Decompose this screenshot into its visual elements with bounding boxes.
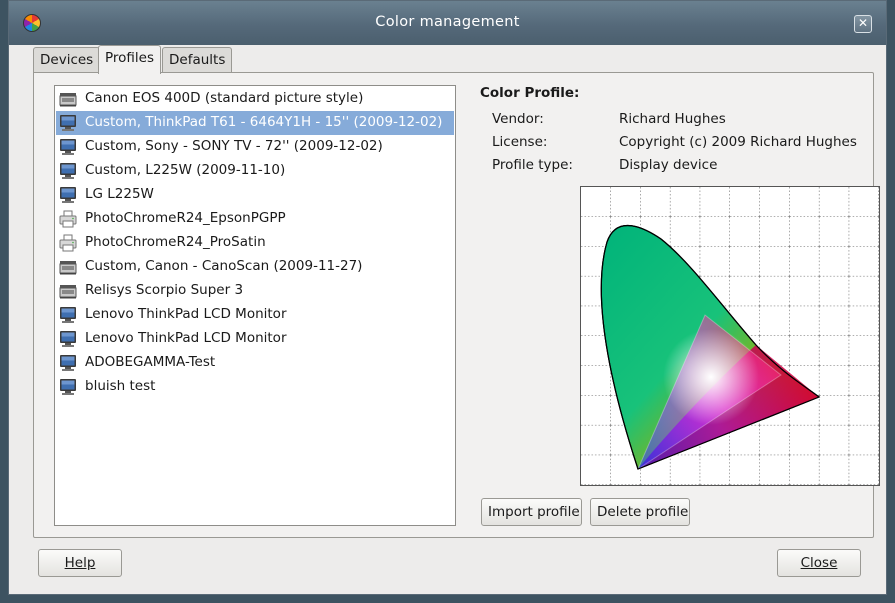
profile-list-item[interactable]: LG L225W [56,183,454,207]
delete-profile-label: Delete profile [597,504,689,520]
profile-list-item[interactable]: Custom, ThinkPad T61 - 6464Y1H - 15'' (2… [56,111,454,135]
profile-list-item[interactable]: PhotoChromeR24_EpsonPGPP [56,207,454,231]
close-window-icon[interactable]: ✕ [854,15,872,33]
tab-defaults-label: Defaults [169,52,226,68]
import-profile-label: Import profile [488,504,580,520]
profile-list-item[interactable]: Relisys Scorpio Super 3 [56,279,454,303]
license-label: License: [492,134,548,150]
monitor-icon [59,330,77,348]
profile-list-item-label: ADOBEGAMMA-Test [85,354,216,370]
import-profile-button[interactable]: Import profile [481,498,582,526]
tab-defaults[interactable]: Defaults [162,47,233,73]
monitor-icon [59,114,77,132]
cie-gamut-svg [581,187,879,485]
profile-type-label: Profile type: [492,157,573,173]
profile-list-item-label: Lenovo ThinkPad LCD Monitor [85,306,287,322]
profile-list[interactable]: Canon EOS 400D (standard picture style) C… [54,85,456,526]
cie-gamut-diagram [580,186,880,486]
profile-list-item-label: Custom, L225W (2009-11-10) [85,162,286,178]
scanner-icon [59,90,77,108]
profile-list-item[interactable]: Lenovo ThinkPad LCD Monitor [56,303,454,327]
printer-icon [59,210,77,228]
vendor-value: Richard Hughes [619,111,726,127]
monitor-icon [59,138,77,156]
help-label: Help [64,555,96,571]
titlebar[interactable]: Color management ✕ [9,1,886,45]
color-profile-heading: Color Profile: [480,85,580,101]
profile-list-item-label: bluish test [85,378,156,394]
scanner-icon [59,258,77,276]
profile-list-item-label: LG L225W [85,186,154,202]
profile-list-item-label: Lenovo ThinkPad LCD Monitor [85,330,287,346]
monitor-icon [59,354,77,372]
profile-list-item[interactable]: Canon EOS 400D (standard picture style) [56,87,454,111]
profile-list-item-label: Custom, ThinkPad T61 - 6464Y1H - 15'' (2… [85,114,443,130]
monitor-icon [59,186,77,204]
close-button[interactable]: Close [777,549,861,577]
profile-list-item[interactable]: PhotoChromeR24_ProSatin [56,231,454,255]
scanner-icon [59,282,77,300]
profile-list-item[interactable]: Custom, Canon - CanoScan (2009-11-27) [56,255,454,279]
profile-list-item-label: PhotoChromeR24_EpsonPGPP [85,210,286,226]
profile-list-item-label: Relisys Scorpio Super 3 [85,282,244,298]
tab-profiles[interactable]: Profiles [98,45,162,74]
vendor-label: Vendor: [492,111,544,127]
monitor-icon [59,378,77,396]
profile-list-item[interactable]: Custom, Sony - SONY TV - 72'' (2009-12-0… [56,135,454,159]
license-value: Copyright (c) 2009 Richard Hughes [619,134,857,150]
profile-list-item[interactable]: Custom, L225W (2009-11-10) [56,159,454,183]
profile-type-value: Display device [619,157,718,173]
delete-profile-button[interactable]: Delete profile [590,498,690,526]
color-management-window: Color management ✕ Devices Profiles Defa… [8,0,887,595]
monitor-icon [59,162,77,180]
profile-list-item-label: Canon EOS 400D (standard picture style) [85,90,364,106]
help-button[interactable]: Help [38,549,122,577]
profile-list-item-label: Custom, Canon - CanoScan (2009-11-27) [85,258,363,274]
printer-icon [59,234,77,252]
profile-list-item[interactable]: bluish test [56,375,454,399]
profiles-panel: Canon EOS 400D (standard picture style) C… [33,72,880,538]
profile-list-item-label: PhotoChromeR24_ProSatin [85,234,266,250]
profile-list-item[interactable]: ADOBEGAMMA-Test [56,351,454,375]
close-label: Close [800,555,838,571]
monitor-icon [59,306,77,324]
tab-devices[interactable]: Devices [33,47,101,73]
profile-list-item-label: Custom, Sony - SONY TV - 72'' (2009-12-0… [85,138,383,154]
tab-devices-label: Devices [40,52,94,68]
window-title: Color management [375,14,520,30]
profile-list-item[interactable]: Lenovo ThinkPad LCD Monitor [56,327,454,351]
tab-profiles-label: Profiles [105,50,155,66]
